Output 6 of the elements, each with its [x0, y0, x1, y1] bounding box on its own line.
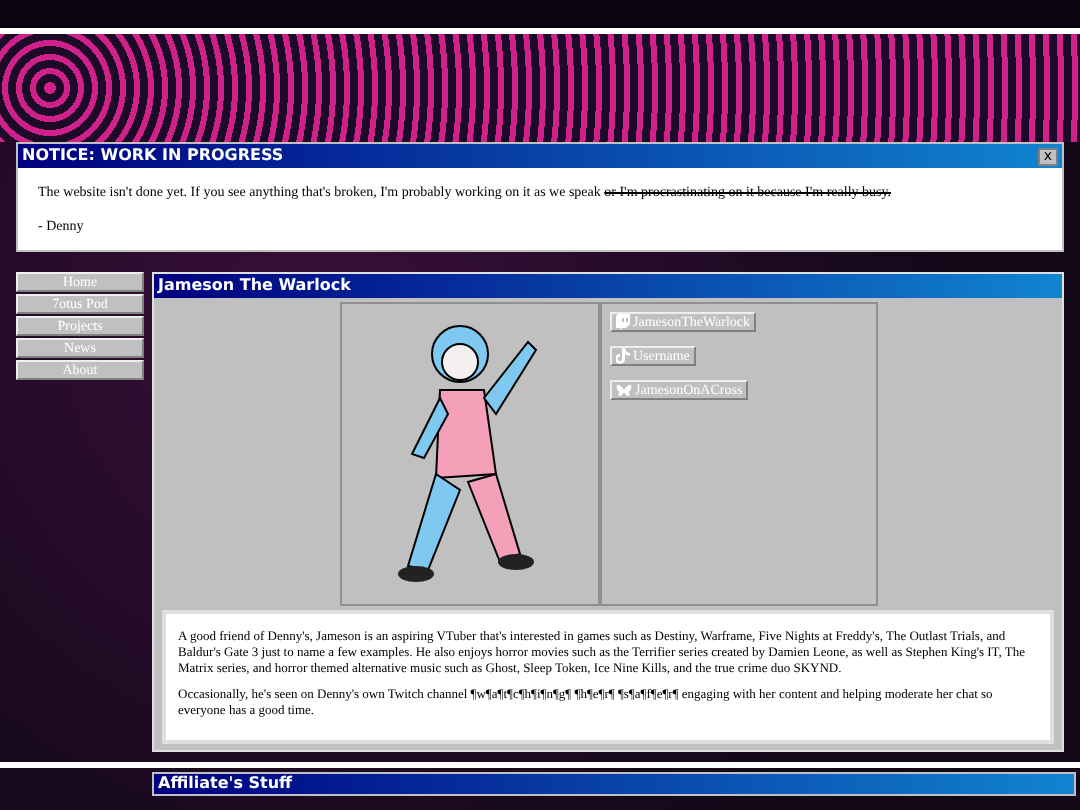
section-title: Affiliate's Stuff — [158, 772, 293, 796]
notice-title: NOTICE: WORK IN PROGRESS — [22, 144, 284, 168]
profile-title: Jameson The Warlock — [158, 274, 351, 298]
music-note-icon — [615, 348, 629, 364]
chat-bubble-icon — [615, 314, 629, 330]
butterfly-icon — [615, 383, 631, 397]
